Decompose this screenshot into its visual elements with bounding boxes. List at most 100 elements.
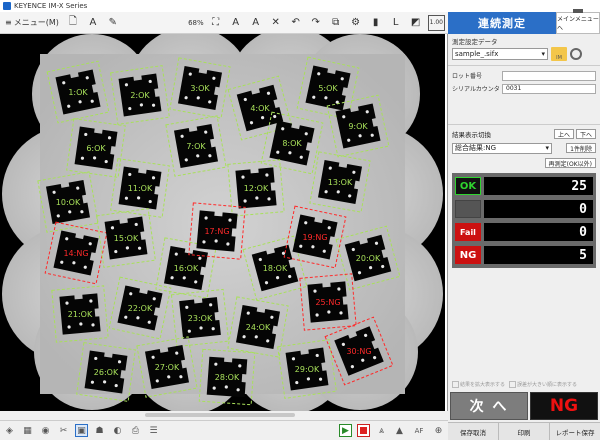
- settings-icon[interactable]: ⚙: [348, 15, 364, 31]
- count-value: 0: [484, 200, 593, 218]
- image-viewer[interactable]: 1:OK 2:OK 3:OK 4:OK 5:OK 6:OK 7:OK 8:OK 9:OK 10:O…: [0, 34, 448, 411]
- result-switch-label: 結果表示切換: [452, 131, 491, 139]
- toolbar: ≡ メニュー(M) 🗋 A ✎ 68% ⛶ A A ✕ ↶ ↷ ⧉ ⚙ ▮ L …: [0, 12, 448, 34]
- result-select[interactable]: 総合結果:NG ▾: [452, 142, 552, 154]
- delete-one-button[interactable]: 1件削除: [566, 143, 596, 153]
- cut-icon[interactable]: ✂: [57, 424, 70, 437]
- brightness-icon[interactable]: ▲: [393, 424, 406, 437]
- count-row: NG 5: [455, 245, 593, 265]
- setting-file-name: sample_.sifx: [455, 50, 499, 58]
- stage-icon[interactable]: ☗: [93, 424, 106, 437]
- chevron-down-icon: ▾: [541, 50, 545, 58]
- main-menu-label: メインメニューへ: [557, 16, 599, 32]
- font-size-icon[interactable]: A: [85, 15, 101, 31]
- app-logo-icon: [3, 2, 11, 10]
- part-label: 30:NG: [346, 347, 371, 356]
- part-label: 25:NG: [315, 298, 340, 307]
- part-label: 28:OK: [215, 373, 240, 382]
- horizontal-scrollbar[interactable]: [145, 413, 295, 417]
- next-button[interactable]: 次 へ: [450, 392, 528, 420]
- count-row: OK 25: [455, 176, 593, 196]
- footer-button[interactable]: レポート保存: [550, 423, 600, 440]
- serial-counter-input[interactable]: 0031: [502, 83, 596, 94]
- stop-icon[interactable]: [357, 424, 370, 437]
- table-icon[interactable]: ☰: [147, 424, 160, 437]
- undo-icon[interactable]: ↶: [288, 15, 304, 31]
- part-label: 26:OK: [94, 368, 119, 377]
- grid-icon[interactable]: ▦: [21, 424, 34, 437]
- part-label: 4:OK: [250, 104, 270, 113]
- zoom-fit-icon[interactable]: ⛶: [208, 15, 224, 31]
- part-label: 1:OK: [68, 88, 88, 97]
- open-file-icon[interactable]: 🗋: [65, 15, 81, 31]
- folder-tag: IM: [556, 55, 562, 61]
- redo-icon[interactable]: ↷: [308, 15, 324, 31]
- remeasure-button[interactable]: 再測定(OK以外): [544, 158, 596, 168]
- count-row: Fail 0: [455, 222, 593, 242]
- autofocus-icon[interactable]: AF: [411, 424, 427, 437]
- menu-button[interactable]: ≡ メニュー(M): [3, 15, 61, 31]
- part-label: 21:OK: [68, 310, 93, 319]
- axis-icon[interactable]: L: [388, 15, 404, 31]
- part-label: 9:OK: [348, 122, 368, 131]
- setting-data-label: 測定設定データ: [452, 38, 498, 46]
- menu-label: メニュー(M): [13, 18, 59, 27]
- title-bar: KEYENCE IM-X Series: [0, 0, 600, 12]
- part-label: 15:OK: [114, 234, 139, 243]
- part-label: 29:OK: [295, 365, 320, 374]
- scale-value[interactable]: 1.00: [427, 14, 445, 31]
- search-icon[interactable]: [570, 48, 582, 60]
- panel-title: 連続測定: [448, 12, 556, 34]
- result-select-value: 総合結果:NG: [455, 144, 497, 152]
- count-value: 5: [484, 246, 593, 264]
- focus-icon[interactable]: ⊕: [432, 424, 445, 437]
- part-label: 24:OK: [246, 323, 271, 332]
- main-menu-button[interactable]: メインメニューへ: [556, 9, 600, 34]
- layers-icon[interactable]: ◈: [3, 424, 16, 437]
- count-value: 25: [484, 177, 593, 195]
- part-label: 13:OK: [328, 178, 353, 187]
- zoom-in-icon[interactable]: A: [228, 15, 244, 31]
- result-counts: OK 25 0 Fail 0 NG 5: [452, 173, 596, 268]
- delete-icon[interactable]: ✕: [268, 15, 284, 31]
- window-title: KEYENCE IM-X Series: [14, 2, 88, 10]
- light-icon[interactable]: ◐: [111, 424, 124, 437]
- display-mode-icon[interactable]: ◩: [408, 15, 424, 31]
- up-button[interactable]: 上へ: [553, 129, 574, 139]
- sort-error-checkbox[interactable]: 誤差が大きい順に表示する: [509, 381, 577, 388]
- color-icon[interactable]: ▮: [368, 15, 384, 31]
- part-label: 3:OK: [190, 84, 210, 93]
- down-button[interactable]: 下へ: [575, 129, 596, 139]
- divider: [448, 124, 600, 125]
- panel-footer: 保存取消 印刷 レポート保存: [448, 422, 600, 440]
- zoom-level: 68%: [188, 18, 204, 27]
- copy-icon[interactable]: ⧉: [328, 15, 344, 31]
- camera-icon[interactable]: ◉: [39, 424, 52, 437]
- display-options: 結果を拡大表示する 誤差が大きい順に表示する: [452, 381, 577, 388]
- folder-icon[interactable]: IM: [551, 47, 567, 61]
- zoom-out-icon[interactable]: A: [248, 15, 264, 31]
- serial-counter-label: シリアルカウンタ: [452, 86, 500, 93]
- part-label: 16:OK: [174, 264, 199, 273]
- part-label: 5:OK: [318, 84, 338, 93]
- enlarge-checkbox[interactable]: 結果を拡大表示する: [452, 381, 505, 388]
- illumination-icon[interactable]: ⩓: [375, 424, 388, 437]
- part-label: 20:OK: [356, 254, 381, 263]
- footer-button[interactable]: 保存取消: [448, 423, 499, 440]
- lot-number-input[interactable]: [502, 70, 596, 81]
- setting-file-select[interactable]: sample_.sifx ▾: [452, 48, 548, 60]
- image-icon[interactable]: ▣: [75, 424, 88, 437]
- edit-icon[interactable]: ✎: [105, 15, 121, 31]
- count-value: 0: [484, 223, 593, 241]
- measurement-panel: 連続測定 メインメニューへ 測定設定データ sample_.sifx ▾ IM …: [448, 9, 600, 440]
- divider: [448, 65, 600, 66]
- chevron-down-icon: ▾: [545, 144, 549, 152]
- footer-button[interactable]: 印刷: [499, 423, 550, 440]
- inspection-image[interactable]: 1:OK 2:OK 3:OK 4:OK 5:OK 6:OK 7:OK 8:OK 9:OK 10:O…: [0, 34, 445, 411]
- count-row: 0: [455, 199, 593, 219]
- print-icon[interactable]: ⎙: [129, 424, 142, 437]
- part-label: 22:OK: [128, 304, 153, 313]
- part-label: 12:OK: [244, 184, 269, 193]
- play-icon[interactable]: ▶: [339, 424, 352, 437]
